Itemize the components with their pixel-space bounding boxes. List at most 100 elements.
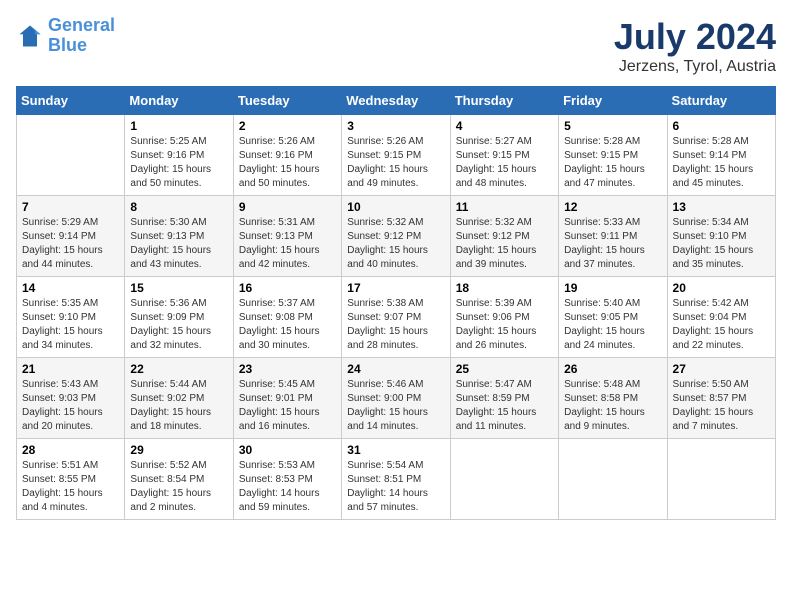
day-number: 11	[456, 200, 553, 214]
day-detail: Sunrise: 5:48 AM Sunset: 8:58 PM Dayligh…	[564, 378, 661, 434]
calendar-cell: 16Sunrise: 5:37 AM Sunset: 9:08 PM Dayli…	[233, 277, 341, 358]
day-number: 4	[456, 119, 553, 133]
calendar-week-3: 14 Sunrise: 5:35 AM Sunset: 9:10 PM Dayli…	[17, 277, 776, 358]
day-number: 5	[564, 119, 661, 133]
day-number: 24	[347, 362, 444, 376]
calendar-cell: 28Sunrise: 5:51 AM Sunset: 8:55 PM Dayli…	[17, 439, 125, 520]
weekday-header-sunday: Sunday	[17, 87, 125, 115]
weekday-header-monday: Monday	[125, 87, 233, 115]
day-number: 14	[22, 281, 119, 295]
day-number: 25	[456, 362, 553, 376]
day-number: 9	[239, 200, 336, 214]
weekday-header-thursday: Thursday	[450, 87, 558, 115]
day-number: 10	[347, 200, 444, 214]
calendar-cell: 21Sunrise: 5:43 AM Sunset: 9:03 PM Dayli…	[17, 358, 125, 439]
day-detail: Sunrise: 5:27 AM Sunset: 9:15 PM Dayligh…	[456, 135, 553, 191]
calendar-cell	[559, 439, 667, 520]
calendar-week-5: 28Sunrise: 5:51 AM Sunset: 8:55 PM Dayli…	[17, 439, 776, 520]
day-number: 23	[239, 362, 336, 376]
calendar-cell: 3 Sunrise: 5:26 AM Sunset: 9:15 PM Daylig…	[342, 115, 450, 196]
day-detail: Sunrise: 5:52 AM Sunset: 8:54 PM Dayligh…	[130, 459, 227, 515]
day-detail: Sunrise: 5:26 AM Sunset: 9:15 PM Dayligh…	[347, 135, 444, 191]
calendar-cell: 7 Sunrise: 5:29 AM Sunset: 9:14 PM Daylig…	[17, 196, 125, 277]
day-detail: Sunrise: 5:33 AM Sunset: 9:11 PM Dayligh…	[564, 216, 661, 272]
calendar-cell: 23 Sunrise: 5:45 AM Sunset: 9:01 PM Dayli…	[233, 358, 341, 439]
day-detail: Sunrise: 5:46 AM Sunset: 9:00 PM Dayligh…	[347, 378, 444, 434]
day-number: 29	[130, 443, 227, 457]
calendar-table: SundayMondayTuesdayWednesdayThursdayFrid…	[16, 86, 776, 520]
month-year: July 2024	[614, 16, 776, 58]
calendar-cell: 31 Sunrise: 5:54 AM Sunset: 8:51 PM Dayli…	[342, 439, 450, 520]
location: Jerzens, Tyrol, Austria	[614, 58, 776, 76]
day-detail: Sunrise: 5:28 AM Sunset: 9:14 PM Dayligh…	[673, 135, 770, 191]
weekday-header-row: SundayMondayTuesdayWednesdayThursdayFrid…	[17, 87, 776, 115]
calendar-week-2: 7 Sunrise: 5:29 AM Sunset: 9:14 PM Daylig…	[17, 196, 776, 277]
calendar-cell: 15 Sunrise: 5:36 AM Sunset: 9:09 PM Dayli…	[125, 277, 233, 358]
day-detail: Sunrise: 5:30 AM Sunset: 9:13 PM Dayligh…	[130, 216, 227, 272]
day-detail: Sunrise: 5:28 AM Sunset: 9:15 PM Dayligh…	[564, 135, 661, 191]
day-number: 7	[22, 200, 119, 214]
day-detail: Sunrise: 5:36 AM Sunset: 9:09 PM Dayligh…	[130, 297, 227, 353]
calendar-cell: 25 Sunrise: 5:47 AM Sunset: 8:59 PM Dayli…	[450, 358, 558, 439]
day-detail: Sunrise: 5:47 AM Sunset: 8:59 PM Dayligh…	[456, 378, 553, 434]
day-number: 16	[239, 281, 336, 295]
weekday-header-tuesday: Tuesday	[233, 87, 341, 115]
weekday-header-friday: Friday	[559, 87, 667, 115]
day-detail: Sunrise: 5:32 AM Sunset: 9:12 PM Dayligh…	[347, 216, 444, 272]
day-number: 12	[564, 200, 661, 214]
calendar-week-4: 21Sunrise: 5:43 AM Sunset: 9:03 PM Dayli…	[17, 358, 776, 439]
calendar-cell: 29 Sunrise: 5:52 AM Sunset: 8:54 PM Dayli…	[125, 439, 233, 520]
day-detail: Sunrise: 5:26 AM Sunset: 9:16 PM Dayligh…	[239, 135, 336, 191]
day-number: 27	[673, 362, 770, 376]
day-number: 2	[239, 119, 336, 133]
weekday-header-saturday: Saturday	[667, 87, 775, 115]
calendar-cell	[450, 439, 558, 520]
calendar-cell: 2 Sunrise: 5:26 AM Sunset: 9:16 PM Daylig…	[233, 115, 341, 196]
day-number: 30	[239, 443, 336, 457]
day-detail: Sunrise: 5:38 AM Sunset: 9:07 PM Dayligh…	[347, 297, 444, 353]
calendar-cell: 11 Sunrise: 5:32 AM Sunset: 9:12 PM Dayli…	[450, 196, 558, 277]
calendar-cell: 26 Sunrise: 5:48 AM Sunset: 8:58 PM Dayli…	[559, 358, 667, 439]
day-detail: Sunrise: 5:43 AM Sunset: 9:03 PM Dayligh…	[22, 378, 119, 434]
day-number: 22	[130, 362, 227, 376]
calendar-cell: 1 Sunrise: 5:25 AM Sunset: 9:16 PM Daylig…	[125, 115, 233, 196]
logo-text: General Blue	[48, 16, 115, 56]
calendar-body: 1 Sunrise: 5:25 AM Sunset: 9:16 PM Daylig…	[17, 115, 776, 520]
day-detail: Sunrise: 5:42 AM Sunset: 9:04 PM Dayligh…	[673, 297, 770, 353]
day-number: 26	[564, 362, 661, 376]
day-number: 8	[130, 200, 227, 214]
day-number: 6	[673, 119, 770, 133]
calendar-cell: 10 Sunrise: 5:32 AM Sunset: 9:12 PM Dayli…	[342, 196, 450, 277]
calendar-cell: 9Sunrise: 5:31 AM Sunset: 9:13 PM Daylig…	[233, 196, 341, 277]
day-number: 15	[130, 281, 227, 295]
calendar-cell	[667, 439, 775, 520]
calendar-cell: 17Sunrise: 5:38 AM Sunset: 9:07 PM Dayli…	[342, 277, 450, 358]
day-number: 1	[130, 119, 227, 133]
day-detail: Sunrise: 5:53 AM Sunset: 8:53 PM Dayligh…	[239, 459, 336, 515]
day-number: 19	[564, 281, 661, 295]
calendar-cell: 27 Sunrise: 5:50 AM Sunset: 8:57 PM Dayli…	[667, 358, 775, 439]
day-detail: Sunrise: 5:50 AM Sunset: 8:57 PM Dayligh…	[673, 378, 770, 434]
calendar-cell: 8 Sunrise: 5:30 AM Sunset: 9:13 PM Daylig…	[125, 196, 233, 277]
day-detail: Sunrise: 5:32 AM Sunset: 9:12 PM Dayligh…	[456, 216, 553, 272]
day-detail: Sunrise: 5:45 AM Sunset: 9:01 PM Dayligh…	[239, 378, 336, 434]
calendar-cell: 6 Sunrise: 5:28 AM Sunset: 9:14 PM Daylig…	[667, 115, 775, 196]
calendar-cell: 14 Sunrise: 5:35 AM Sunset: 9:10 PM Dayli…	[17, 277, 125, 358]
logo-icon	[16, 22, 44, 50]
title-area: July 2024 Jerzens, Tyrol, Austria	[614, 16, 776, 76]
day-number: 13	[673, 200, 770, 214]
day-detail: Sunrise: 5:40 AM Sunset: 9:05 PM Dayligh…	[564, 297, 661, 353]
day-detail: Sunrise: 5:35 AM Sunset: 9:10 PM Dayligh…	[22, 297, 119, 353]
day-detail: Sunrise: 5:25 AM Sunset: 9:16 PM Dayligh…	[130, 135, 227, 191]
calendar-cell: 5 Sunrise: 5:28 AM Sunset: 9:15 PM Daylig…	[559, 115, 667, 196]
calendar-cell	[17, 115, 125, 196]
day-detail: Sunrise: 5:54 AM Sunset: 8:51 PM Dayligh…	[347, 459, 444, 515]
day-detail: Sunrise: 5:29 AM Sunset: 9:14 PM Dayligh…	[22, 216, 119, 272]
day-detail: Sunrise: 5:39 AM Sunset: 9:06 PM Dayligh…	[456, 297, 553, 353]
day-number: 31	[347, 443, 444, 457]
day-number: 28	[22, 443, 119, 457]
calendar-cell: 19 Sunrise: 5:40 AM Sunset: 9:05 PM Dayli…	[559, 277, 667, 358]
page-header: General Blue July 2024 Jerzens, Tyrol, A…	[16, 16, 776, 76]
day-number: 3	[347, 119, 444, 133]
calendar-cell: 13Sunrise: 5:34 AM Sunset: 9:10 PM Dayli…	[667, 196, 775, 277]
